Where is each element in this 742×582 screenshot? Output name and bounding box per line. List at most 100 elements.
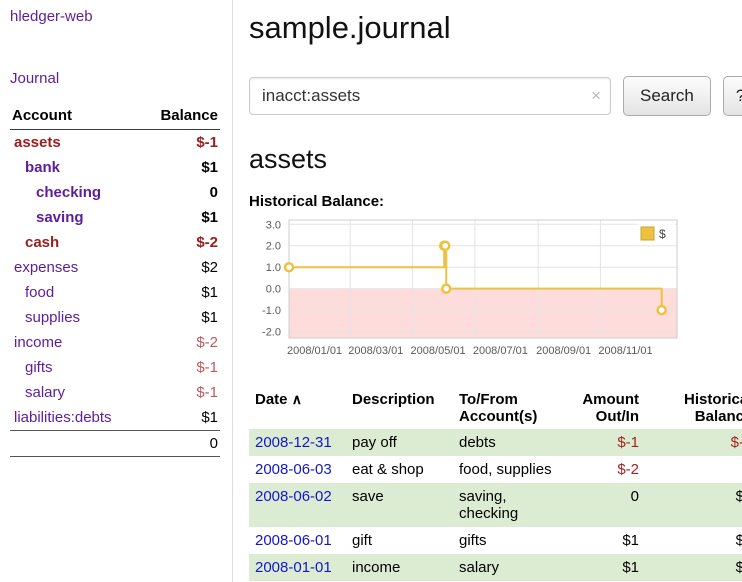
account-link[interactable]: expenses <box>14 259 78 276</box>
search-button[interactable]: Search <box>623 76 711 116</box>
accounts-total-spacer <box>10 431 142 457</box>
x-tick-label: 2008/05/01 <box>411 345 466 357</box>
y-tick-label: -1.0 <box>262 305 281 317</box>
account-row: expenses$2 <box>10 255 220 280</box>
account-link[interactable]: cash <box>25 234 59 251</box>
data-point-marker <box>658 306 666 314</box>
account-link[interactable]: saving <box>36 209 84 226</box>
transaction-date-link[interactable]: 2008-06-02 <box>255 488 332 505</box>
transaction-amount: $-2 <box>571 456 645 483</box>
register-col-date[interactable]: Date ∧ <box>249 387 346 429</box>
account-link[interactable]: food <box>25 284 54 301</box>
account-link[interactable]: bank <box>25 159 60 176</box>
transaction-description: save <box>346 483 453 527</box>
account-balance: $1 <box>142 205 220 230</box>
register-row: 2008-06-01 giftgifts$1$2 <box>249 527 742 554</box>
register-row: 2008-01-01incomesalary$1$1 <box>249 554 742 581</box>
account-row: food $1 <box>10 280 220 305</box>
brand-link[interactable]: hledger-web <box>10 8 93 25</box>
account-row: bank$1 <box>10 155 220 180</box>
negative-region <box>289 289 677 338</box>
help-button[interactable]: ? <box>723 76 742 116</box>
sort-asc-icon: ∧ <box>292 391 302 407</box>
account-link[interactable]: income <box>14 334 62 351</box>
transaction-balance: 0 <box>645 456 742 483</box>
data-point-marker <box>442 285 450 293</box>
account-link[interactable]: salary <box>25 384 65 401</box>
accounts-table: Account Balance assets$-1bank$1checking0… <box>10 104 220 457</box>
y-tick-label: 2.0 <box>266 241 281 253</box>
account-row: liabilities:debts $1 <box>10 405 220 431</box>
accounts-total-row: 0 <box>10 431 220 457</box>
transaction-balance: $1 <box>645 554 742 581</box>
account-link[interactable]: checking <box>36 184 101 201</box>
search-input[interactable] <box>249 77 611 115</box>
accounts-col-account: Account <box>10 104 142 130</box>
transaction-accounts: gifts <box>453 527 571 554</box>
data-point-marker <box>441 242 449 250</box>
transaction-description: pay off <box>346 429 453 456</box>
y-tick-label: 3.0 <box>266 219 281 231</box>
clear-search-icon[interactable]: × <box>591 86 601 106</box>
transaction-balance: $2 <box>645 483 742 527</box>
account-row: income $-2 <box>10 330 220 355</box>
account-row: assets $-1 <box>10 130 220 156</box>
register-row: 2008-06-03 eat & shopfood, supplies$-20 <box>249 456 742 483</box>
date-header-label: Date <box>255 391 288 408</box>
register-col-description: Description <box>346 387 453 429</box>
accounts-header-row: Account Balance <box>10 104 220 130</box>
transaction-date-link[interactable]: 2008-06-01 <box>255 532 332 549</box>
account-balance: $1 <box>142 280 220 305</box>
transaction-amount: $1 <box>571 527 645 554</box>
transaction-description: gift <box>346 527 453 554</box>
register-col-balance: Historical Balance <box>645 387 742 429</box>
account-row: saving $1 <box>10 205 220 230</box>
account-row: gifts $-1 <box>10 355 220 380</box>
legend-label: $ <box>659 227 666 241</box>
y-tick-label: 1.0 <box>266 262 281 274</box>
transaction-date-link[interactable]: 2008-06-03 <box>255 461 332 478</box>
x-tick-label: 2008/07/01 <box>473 345 528 357</box>
account-row: cash $-2 <box>10 230 220 255</box>
account-balance: $-1 <box>142 355 220 380</box>
account-balance: $-1 <box>142 130 220 156</box>
account-balance: $1 <box>142 305 220 330</box>
x-tick-label: 2008/09/01 <box>536 345 591 357</box>
account-link[interactable]: supplies <box>25 309 80 326</box>
y-tick-label: 0.0 <box>266 284 281 296</box>
transaction-accounts: salary <box>453 554 571 581</box>
transaction-description: eat & shop <box>346 456 453 483</box>
register-row: 2008-06-02savesaving, checking0$2 <box>249 483 742 527</box>
account-balance: $-2 <box>142 230 220 255</box>
account-row: supplies $1 <box>10 305 220 330</box>
transaction-date-link[interactable]: 2008-01-01 <box>255 559 332 576</box>
account-row: checking 0 <box>10 180 220 205</box>
journal-link[interactable]: Journal <box>10 70 59 87</box>
account-balance: $-2 <box>142 330 220 355</box>
account-row: salary $-1 <box>10 380 220 405</box>
register-row: 2008-12-31pay offdebts$-1$-1 <box>249 429 742 456</box>
account-balance: 0 <box>142 180 220 205</box>
historical-balance-chart: 3.02.01.00.0-1.0-2.02008/01/012008/03/01… <box>249 214 719 366</box>
account-link[interactable]: liabilities:debts <box>14 409 112 426</box>
data-point-marker <box>285 263 293 271</box>
account-link[interactable]: assets <box>14 134 61 151</box>
transaction-accounts: food, supplies <box>453 456 571 483</box>
transaction-balance: $2 <box>645 527 742 554</box>
register-header-row: Date ∧ Description To/From Account(s) Am… <box>249 387 742 429</box>
sidebar: hledger-web Journal Account Balance asse… <box>0 0 233 582</box>
search-bar: × Search ? <box>249 76 742 116</box>
main-content: sample.journal × Search ? assets Histori… <box>233 0 742 582</box>
account-link[interactable]: gifts <box>25 359 53 376</box>
x-tick-label: 2008/03/01 <box>348 345 403 357</box>
legend-swatch <box>641 227 654 240</box>
x-tick-label: 2008/01/01 <box>287 345 342 357</box>
account-balance: $1 <box>142 405 220 431</box>
transaction-date-link[interactable]: 2008-12-31 <box>255 434 332 451</box>
transaction-balance: $-1 <box>645 429 742 456</box>
account-balance: $-1 <box>142 380 220 405</box>
register-col-amount: Amount Out/In <box>571 387 645 429</box>
brand: hledger-web <box>10 8 220 26</box>
accounts-col-balance: Balance <box>142 104 220 130</box>
search-field-wrap: × <box>249 77 611 115</box>
